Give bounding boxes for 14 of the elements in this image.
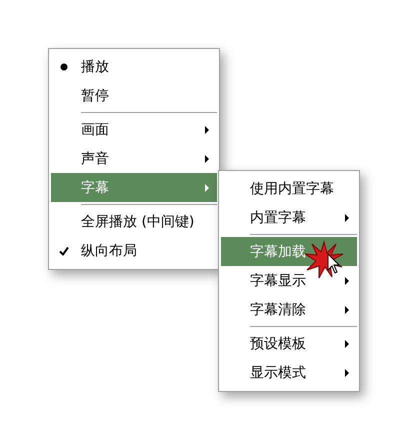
cursor-burst-icon — [304, 240, 344, 280]
menu-item[interactable]: 字幕 — [51, 173, 217, 202]
menu-item[interactable]: 显示模式 — [221, 358, 357, 387]
menu-item[interactable]: 字幕清除 — [221, 295, 357, 324]
menu-item[interactable]: 播放 — [51, 52, 217, 81]
menu-item[interactable]: 纵向布局 — [51, 236, 217, 265]
menu-item[interactable]: 内置字幕 — [221, 203, 357, 232]
menu-item[interactable]: 使用内置字幕 — [221, 174, 357, 203]
menu-item[interactable]: 全屏播放 (中间键) — [51, 207, 217, 236]
menu-item[interactable]: 预设模板 — [221, 329, 357, 358]
menu-item[interactable]: 画面 — [51, 115, 217, 144]
menu-item[interactable]: 声音 — [51, 144, 217, 173]
menu-item[interactable]: 暂停 — [51, 81, 217, 110]
menu-item[interactable]: 字幕显示 — [221, 266, 357, 295]
